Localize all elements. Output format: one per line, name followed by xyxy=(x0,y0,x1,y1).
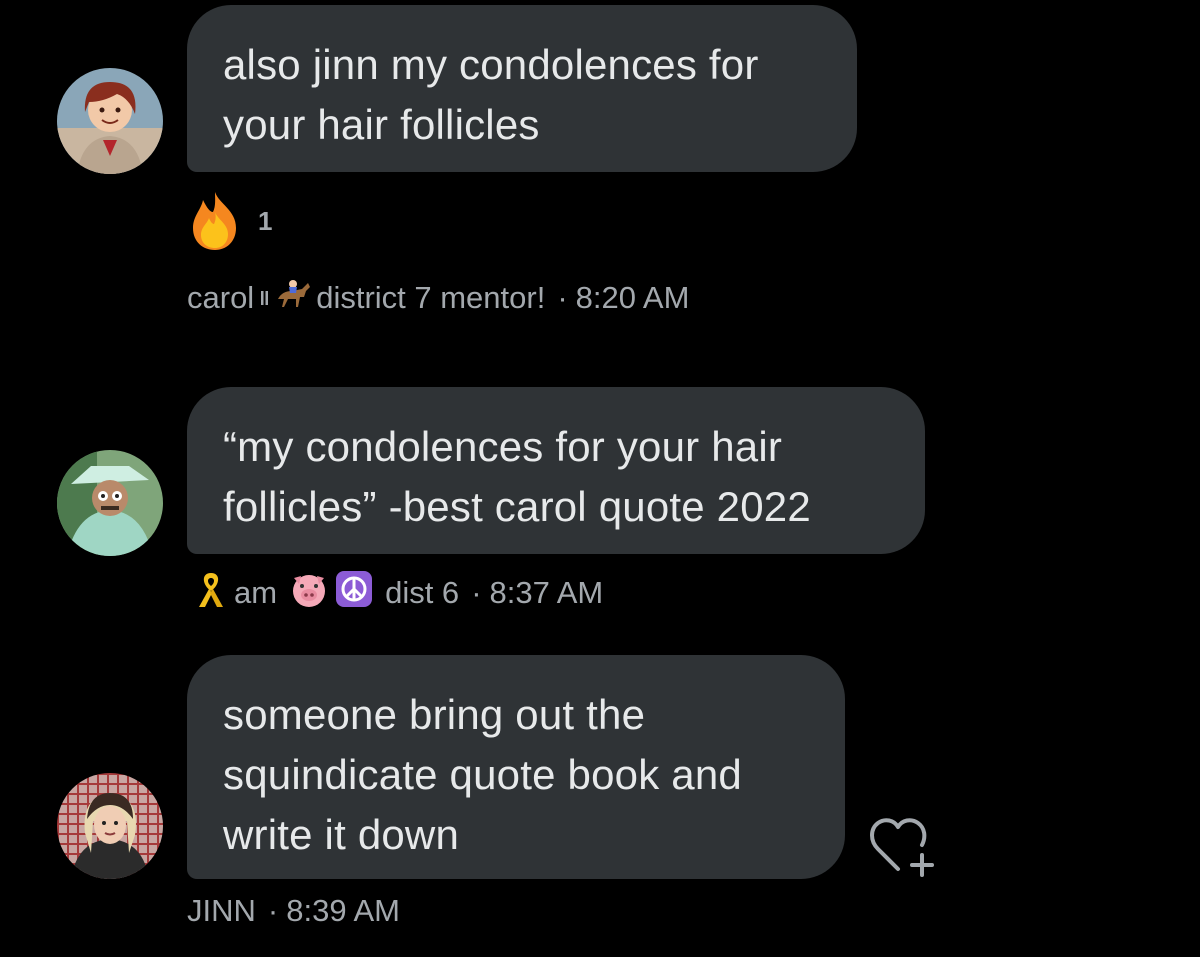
reaction-fire[interactable]: 1 xyxy=(186,190,272,252)
heart-plus-icon xyxy=(870,818,934,877)
message-meta: JINN · 8:39 AM xyxy=(187,893,400,929)
fire-emoji-icon xyxy=(193,192,236,250)
message-text-line: squindicate quote book and xyxy=(223,751,742,798)
sender-subtitle: district 7 mentor! xyxy=(316,280,546,315)
reaction-count: 1 xyxy=(258,205,273,236)
sender-subtitle: dist 6 xyxy=(385,575,460,610)
sender-name: carol xyxy=(187,280,255,315)
message-time: 8:37 AM xyxy=(489,575,604,610)
pause-bar-icon xyxy=(260,280,270,316)
message-text-line: write it down xyxy=(223,811,460,858)
message-text-line: also jinn my condolences for xyxy=(223,41,759,88)
add-reaction-button[interactable] xyxy=(868,815,934,882)
avatar-am[interactable] xyxy=(57,450,163,556)
meta-separator: · xyxy=(557,280,568,315)
pig-face-emoji-icon xyxy=(289,570,329,616)
peace-symbol-emoji-icon xyxy=(335,570,373,616)
avatar-carol[interactable] xyxy=(57,68,163,174)
meta-separator: · xyxy=(471,575,482,610)
message-bubble[interactable]: someone bring out the squindicate quote … xyxy=(187,655,845,879)
horse-racing-emoji-icon xyxy=(274,277,312,319)
message-text-line: follicles” -best carol quote 2022 xyxy=(223,483,811,530)
sender-name: JINN xyxy=(187,893,256,928)
avatar-carol-image xyxy=(57,68,163,174)
message-bubble[interactable]: “my condolences for your hair follicles”… xyxy=(187,387,925,554)
avatar-jinn[interactable] xyxy=(57,773,163,879)
avatar-jinn-image xyxy=(57,773,163,879)
message-text-line: someone bring out the xyxy=(223,691,646,738)
message-time: 8:20 AM xyxy=(575,280,690,315)
message-meta: am dist 6 · 8:37 AM xyxy=(196,569,603,617)
message-text-line: “my condolences for your hair xyxy=(223,423,783,470)
message-time: 8:39 AM xyxy=(286,893,400,928)
message-bubble[interactable]: also jinn my condolences for your hair f… xyxy=(187,5,857,172)
message-text-line: your hair follicles xyxy=(223,101,540,148)
meta-separator: · xyxy=(267,893,279,928)
yellow-ribbon-emoji-icon xyxy=(196,569,226,617)
message-meta: carol district 7 mentor! · 8:20 AM xyxy=(187,277,689,319)
sender-name: am xyxy=(234,575,278,610)
avatar-am-image xyxy=(57,450,163,556)
